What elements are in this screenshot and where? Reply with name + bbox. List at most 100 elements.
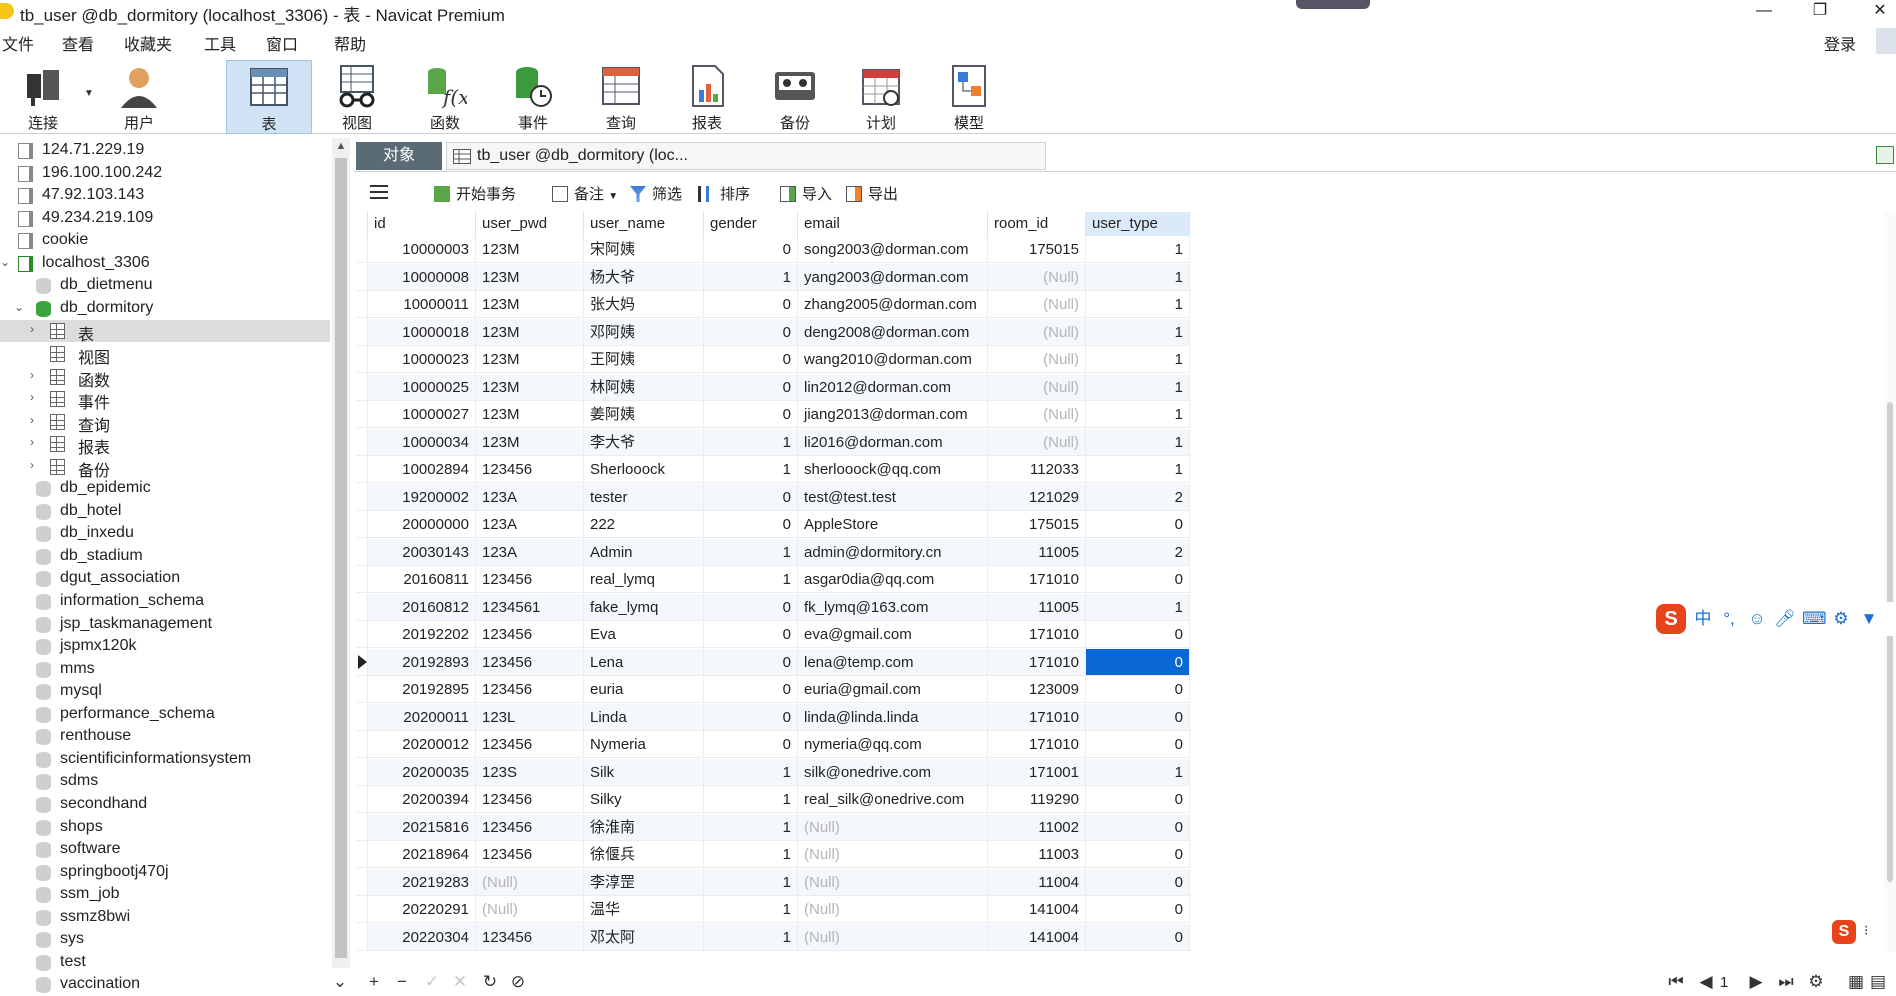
table-row[interactable]: 20220291 (Null) 温华 1 (Null) 141004 0 [356, 896, 1896, 923]
row-gutter[interactable] [356, 291, 368, 318]
connect-button[interactable]: 连接 [0, 60, 86, 134]
cell-user-name[interactable]: Silky [584, 786, 704, 813]
tree-item[interactable]: sys [0, 929, 330, 951]
ime-punctuation-button[interactable]: °, [1718, 608, 1740, 630]
cell-user-pwd[interactable]: 123A [476, 538, 584, 566]
cell-gender[interactable]: 0 [704, 731, 798, 758]
cell-gender[interactable]: 0 [704, 346, 798, 373]
menu-icon[interactable] [370, 185, 388, 199]
cell-room-id[interactable]: (Null) [988, 263, 1086, 291]
cell-id[interactable]: 20160811 [368, 566, 476, 593]
cell-user-name[interactable]: Admin [584, 538, 704, 566]
report-button[interactable]: 报表 [664, 60, 750, 134]
tree-item[interactable]: secondhand [0, 794, 330, 816]
data-grid[interactable]: id user_pwd user_name gender email room_id use… [356, 212, 1896, 952]
cell-email[interactable]: test@test.test [798, 483, 988, 511]
cell-user-pwd[interactable]: (Null) [476, 896, 584, 923]
cell-email[interactable]: (Null) [798, 923, 988, 951]
cell-user-pwd[interactable]: 123A [476, 483, 584, 511]
cell-user-name[interactable]: 王阿姨 [584, 346, 704, 373]
grid-view-icon[interactable]: ▦ [1846, 972, 1866, 992]
cell-id[interactable]: 20200035 [368, 758, 476, 786]
sidebar-scroll-thumb[interactable] [335, 158, 347, 958]
cell-email[interactable]: asgar0dia@qq.com [798, 566, 988, 593]
expand-arrow-icon[interactable]: › [30, 435, 42, 449]
row-gutter[interactable] [356, 841, 368, 868]
close-button[interactable]: ✕ [1852, 0, 1896, 24]
sogou-mini-logo-icon[interactable]: S [1832, 920, 1856, 944]
cell-user-type[interactable]: 0 [1086, 566, 1190, 593]
tree-item[interactable]: jsp_taskmanagement [0, 614, 330, 636]
tools-icon[interactable]: ⚙ [1830, 608, 1852, 630]
backup-button[interactable]: 备份 [752, 60, 838, 134]
cell-email[interactable]: zhang2005@dorman.com [798, 291, 988, 318]
cell-gender[interactable]: 1 [704, 758, 798, 786]
function-button[interactable]: f(x) 函数 [402, 60, 488, 134]
table-row[interactable]: 10000018 123M 邓阿姨 0 deng2008@dorman.com (Null… [356, 318, 1896, 346]
row-gutter[interactable] [356, 813, 368, 841]
cell-user-type[interactable]: 1 [1086, 456, 1190, 483]
tree-item[interactable]: ssm_job [0, 884, 330, 906]
microphone-icon[interactable]: 🎤︎ [1774, 608, 1796, 630]
cell-email[interactable]: euria@gmail.com [798, 676, 988, 703]
cell-user-pwd[interactable]: 123456 [476, 621, 584, 648]
cell-email[interactable]: (Null) [798, 896, 988, 923]
cell-user-pwd[interactable]: 123S [476, 758, 584, 786]
cell-email[interactable]: eva@gmail.com [798, 621, 988, 648]
apply-changes-button[interactable]: ✓ [422, 972, 442, 992]
cell-room-id[interactable]: 171010 [988, 621, 1086, 648]
cell-user-type[interactable]: 1 [1086, 428, 1190, 456]
table-row[interactable]: 10000011 123M 张大妈 0 zhang2005@dorman.com (Nul… [356, 291, 1896, 318]
table-row[interactable]: 20160811 123456 real_lymq 1 asgar0dia@qq.com… [356, 566, 1896, 593]
row-gutter[interactable] [356, 318, 368, 346]
cell-user-type[interactable]: 2 [1086, 483, 1190, 511]
tree-item[interactable]: 49.234.219.109 [0, 208, 330, 230]
cell-email[interactable]: li2016@dorman.com [798, 428, 988, 456]
cell-user-name[interactable]: Nymeria [584, 731, 704, 758]
collapse-arrow-icon[interactable]: ⌄ [0, 255, 12, 269]
cell-room-id[interactable]: 11002 [988, 813, 1086, 841]
cell-user-name[interactable]: Lena [584, 648, 704, 676]
cell-email[interactable]: fk_lymq@163.com [798, 593, 988, 621]
cell-user-pwd[interactable]: 123M [476, 373, 584, 401]
cell-user-type[interactable]: 1 [1086, 373, 1190, 401]
tree-item[interactable]: sdms [0, 771, 330, 793]
tree-item[interactable]: ssmz8bwi [0, 907, 330, 929]
ime-mode-button[interactable]: 中 [1692, 608, 1714, 630]
menu-tools[interactable]: 工具 [204, 31, 236, 55]
cell-user-name[interactable]: Silk [584, 758, 704, 786]
cell-id[interactable]: 20160812 [368, 593, 476, 621]
cell-user-pwd[interactable]: 123456 [476, 841, 584, 868]
table-row[interactable]: 20220304 123456 邓太阿 1 (Null) 141004 0 [356, 923, 1896, 951]
cell-user-pwd[interactable]: 123M [476, 318, 584, 346]
cell-id[interactable]: 20220291 [368, 896, 476, 923]
cell-email[interactable]: nymeria@qq.com [798, 731, 988, 758]
tree-item[interactable]: shops [0, 817, 330, 839]
column-header-user-type[interactable]: user_type [1086, 212, 1190, 236]
cell-user-pwd[interactable]: 123M [476, 428, 584, 456]
table-row[interactable]: 19200002 123A tester 0 test@test.test 121029 2 [356, 483, 1896, 511]
cell-user-pwd[interactable]: 123M [476, 291, 584, 318]
event-button[interactable]: 事件 [490, 60, 576, 134]
row-gutter[interactable] [356, 511, 368, 538]
cell-user-pwd[interactable]: 123456 [476, 923, 584, 951]
cell-gender[interactable]: 0 [704, 621, 798, 648]
cell-room-id[interactable]: 171010 [988, 731, 1086, 758]
tree-item[interactable]: db_dietmenu [0, 275, 330, 297]
cell-id[interactable]: 10002894 [368, 456, 476, 483]
cell-user-pwd[interactable]: 123M [476, 346, 584, 373]
row-gutter[interactable] [356, 621, 368, 648]
cell-room-id[interactable]: (Null) [988, 291, 1086, 318]
page-number[interactable]: 1 [1720, 974, 1728, 991]
cell-room-id[interactable]: (Null) [988, 401, 1086, 428]
cell-user-name[interactable]: 李大爷 [584, 428, 704, 456]
cell-user-pwd[interactable]: 123456 [476, 813, 584, 841]
cell-gender[interactable]: 1 [704, 538, 798, 566]
cell-user-name[interactable]: 温华 [584, 896, 704, 923]
column-header-room-id[interactable]: room_id [988, 212, 1086, 236]
tree-item[interactable]: software [0, 839, 330, 861]
cell-id[interactable]: 10000025 [368, 373, 476, 401]
table-row[interactable]: 20219283 (Null) 李淳罡 1 (Null) 11004 0 [356, 868, 1896, 896]
tree-item[interactable]: 视图 [0, 343, 330, 367]
cell-id[interactable]: 20192893 [368, 648, 476, 676]
